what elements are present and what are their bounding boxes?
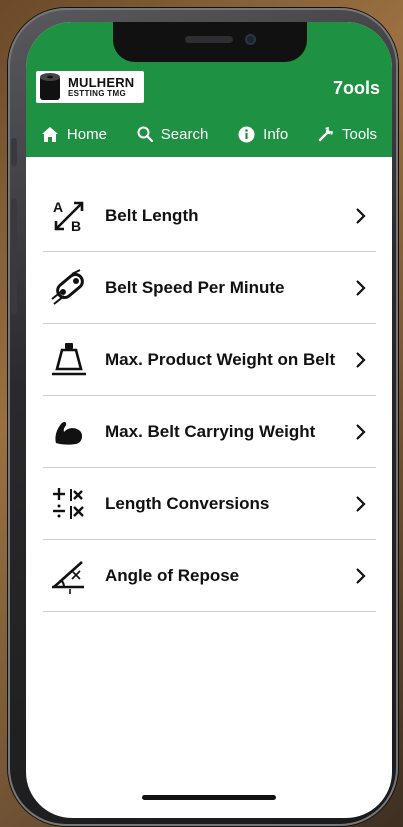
logo-name: MULHERN: [68, 75, 135, 90]
nav-info-label: Info: [263, 125, 289, 143]
nav-tools-label: Tools: [342, 125, 378, 143]
chevron-right-icon: [356, 279, 366, 296]
chevron-right-icon: [356, 495, 366, 512]
chevron-right-icon: [356, 351, 366, 368]
tools-list: A B Belt Length Belt Speed Per Minute Ma…: [43, 180, 376, 612]
search-icon: [137, 126, 153, 142]
chevron-right-icon: [356, 207, 366, 224]
tool-row-belt-length[interactable]: A B Belt Length: [43, 180, 376, 252]
tool-row-max-product-weight[interactable]: Max. Product Weight on Belt: [43, 324, 376, 396]
tool-label: Angle of Repose: [105, 565, 240, 585]
nav-tools[interactable]: Tools: [318, 126, 377, 143]
logo-subtitle: ESTTING TMG: [68, 89, 126, 98]
app-header: MULHERN ESTTING TMG 7ools Home Search In…: [26, 22, 392, 157]
tool-label: Belt Length: [105, 205, 199, 225]
svg-text:B: B: [71, 218, 81, 234]
calculator-icon: [49, 484, 89, 524]
tool-row-belt-speed[interactable]: Belt Speed Per Minute: [43, 252, 376, 324]
belt-length-icon: A B: [49, 196, 89, 236]
speaker-grille: [185, 36, 233, 43]
home-icon: [41, 126, 58, 142]
strength-icon: [49, 412, 89, 452]
front-camera: [245, 34, 256, 45]
tool-row-length-conversions[interactable]: Length Conversions: [43, 468, 376, 540]
page-title: 7ools: [332, 78, 380, 98]
tool-row-max-belt-carrying-weight[interactable]: Max. Belt Carrying Weight: [43, 396, 376, 468]
home-indicator[interactable]: [142, 795, 276, 800]
svg-text:A: A: [53, 199, 63, 215]
top-navigation: Home Search Info Tools: [26, 122, 392, 146]
nav-home[interactable]: Home: [41, 126, 107, 143]
volume-down-button: [11, 263, 17, 315]
tool-label: Max. Belt Carrying Weight: [105, 421, 316, 441]
info-icon: [238, 126, 255, 142]
wrench-icon: [318, 127, 334, 142]
nav-info[interactable]: Info: [238, 126, 288, 143]
tool-label: Belt Speed Per Minute: [105, 277, 285, 297]
belt-roll-icon: [40, 73, 60, 100]
chevron-right-icon: [356, 423, 366, 440]
nav-search[interactable]: Search: [137, 125, 209, 143]
brand-logo[interactable]: MULHERN ESTTING TMG: [36, 71, 144, 103]
tool-row-angle-of-repose[interactable]: Angle of Repose: [43, 540, 376, 612]
notch: [113, 22, 307, 62]
app-screen: MULHERN ESTTING TMG 7ools Home Search In…: [26, 22, 392, 818]
tool-label: Length Conversions: [105, 493, 270, 513]
angle-icon: [49, 556, 89, 596]
volume-up-button: [11, 198, 17, 250]
nav-search-label: Search: [160, 125, 209, 143]
chevron-right-icon: [356, 567, 366, 584]
weight-icon: [49, 340, 89, 380]
mute-switch: [11, 138, 17, 166]
tool-label: Max. Product Weight on Belt: [105, 349, 336, 369]
belt-speed-icon: [49, 268, 89, 308]
nav-home-label: Home: [66, 125, 107, 143]
